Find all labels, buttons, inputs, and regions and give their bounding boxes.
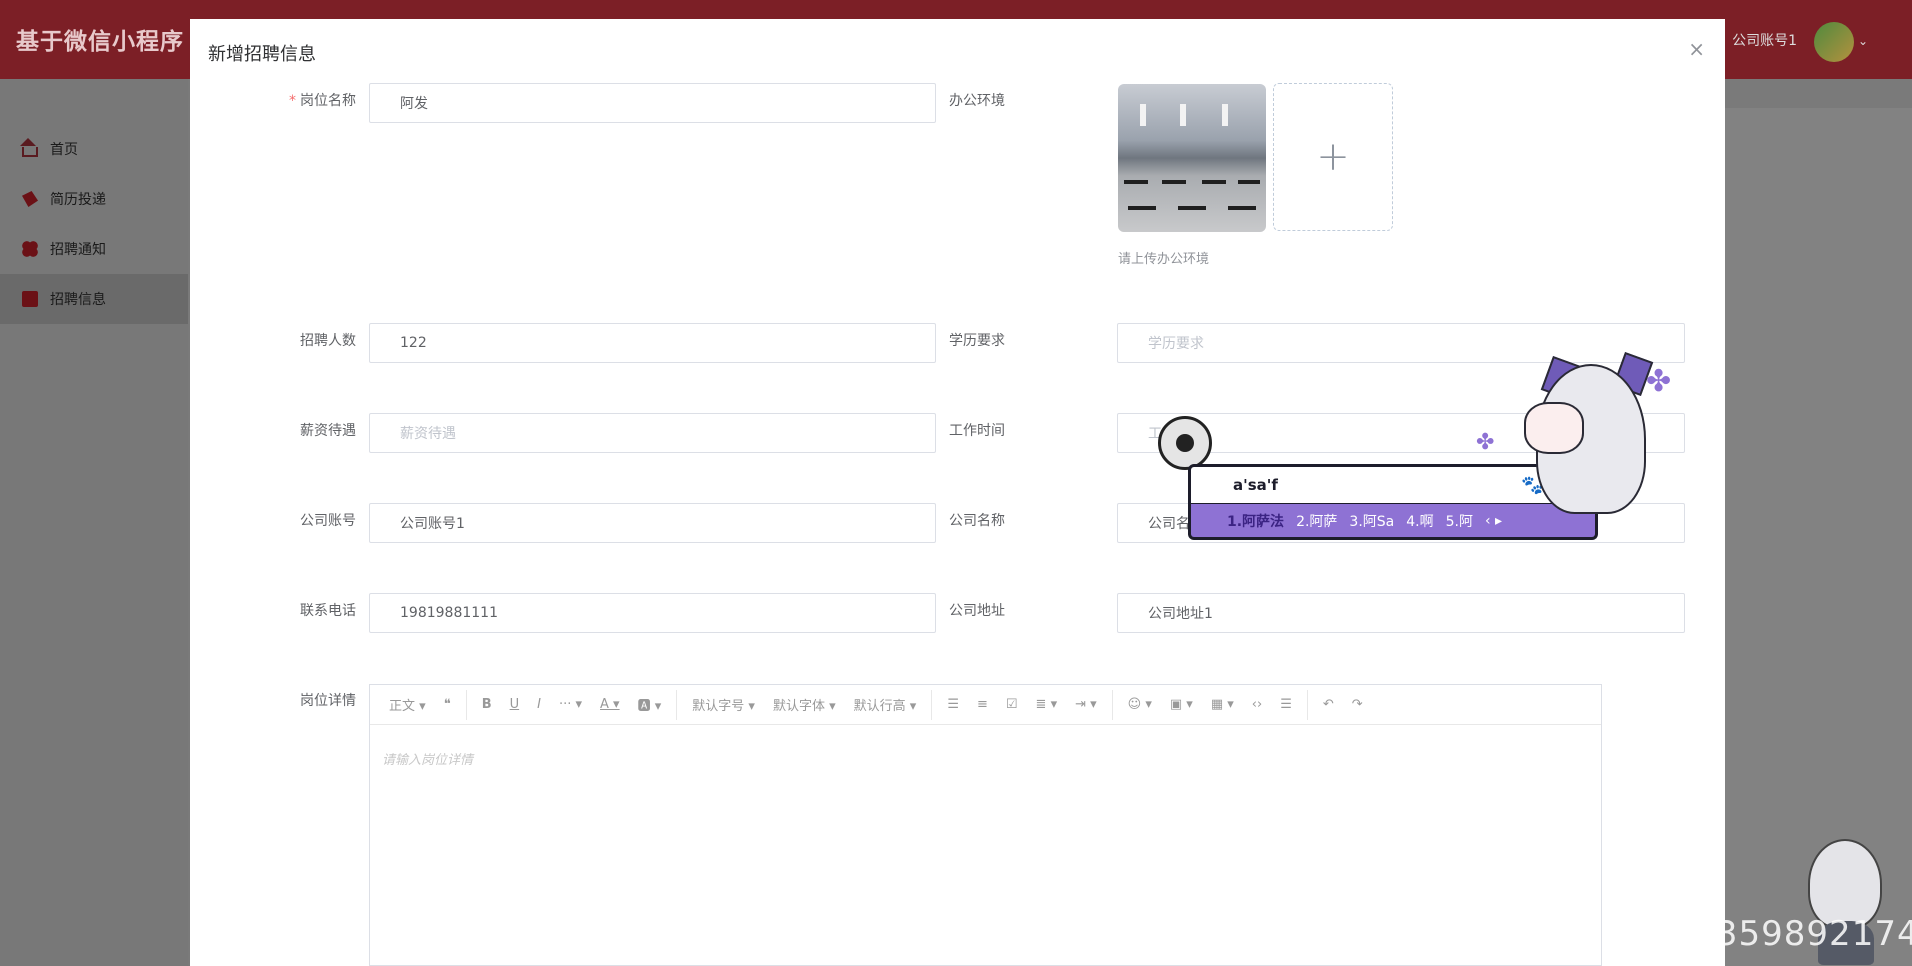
- editor-toolbar: 正文 ▾ ❝ B U I ··· ▾ A ▾ 🅰 ▾ 默认字号 ▾ 默认字体 ▾…: [370, 685, 1601, 725]
- phone-label: 联系电话: [300, 603, 356, 619]
- job-name-label: * 岗位名称: [289, 93, 356, 109]
- sidebar-item-notice[interactable]: 招聘通知: [0, 224, 188, 274]
- background-color-icon[interactable]: 🅰 ▾: [629, 695, 671, 714]
- sidebar-item-job-info[interactable]: 招聘信息: [0, 274, 188, 324]
- italic-icon[interactable]: I: [528, 697, 550, 712]
- headcount-input[interactable]: 122: [369, 323, 936, 363]
- sidebar-item-label: 招聘通知: [50, 242, 106, 258]
- work-time-label: 工作时间: [949, 423, 1005, 439]
- resume-icon: [22, 191, 38, 207]
- page-arrows-icon[interactable]: ‹ ▸: [1485, 513, 1502, 529]
- heading-select[interactable]: 正文 ▾: [380, 695, 435, 714]
- more-icon[interactable]: ··· ▾: [550, 697, 591, 712]
- upload-tip: 请上传办公环境: [1118, 252, 1210, 267]
- office-environment-image[interactable]: [1118, 84, 1266, 232]
- headcount-label: 招聘人数: [300, 333, 356, 349]
- divider-icon[interactable]: ☰: [1271, 697, 1301, 712]
- education-label: 学历要求: [949, 333, 1005, 349]
- address-label: 公司地址: [949, 603, 1005, 619]
- numbered-list-icon[interactable]: ≡: [968, 697, 997, 712]
- image-icon[interactable]: ▣ ▾: [1161, 697, 1202, 712]
- chevron-down-icon[interactable]: ⌄: [1858, 34, 1868, 48]
- underline-icon[interactable]: U: [501, 697, 529, 712]
- address-input[interactable]: 公司地址1: [1117, 593, 1685, 633]
- ime-candidate[interactable]: 1.阿萨法: [1227, 511, 1284, 531]
- detail-label: 岗位详情: [300, 693, 356, 709]
- rich-text-editor[interactable]: 正文 ▾ ❝ B U I ··· ▾ A ▾ 🅰 ▾ 默认字号 ▾ 默认字体 ▾…: [369, 684, 1602, 966]
- upload-add-button[interactable]: +: [1273, 83, 1393, 231]
- font-family-select[interactable]: 默认字体 ▾: [764, 695, 845, 714]
- bullet-list-icon[interactable]: ☰: [938, 697, 968, 712]
- close-icon[interactable]: ×: [1688, 37, 1705, 61]
- editor-placeholder: 请输入岗位详情: [382, 753, 474, 768]
- sidebar-item-label: 简历投递: [50, 192, 106, 208]
- line-height-select[interactable]: 默认行高 ▾: [845, 695, 926, 714]
- username[interactable]: 公司账号1: [1732, 30, 1797, 50]
- sidebar-item-label: 招聘信息: [50, 292, 106, 308]
- ime-candidate[interactable]: 2.阿萨: [1296, 511, 1337, 531]
- sidebar-item-resume[interactable]: 简历投递: [0, 174, 188, 224]
- emoji-icon[interactable]: ☺ ▾: [1119, 697, 1161, 712]
- redo-icon[interactable]: ↷: [1343, 697, 1372, 712]
- sidebar-item-home[interactable]: 首页: [0, 124, 188, 174]
- salary-input[interactable]: 薪资待遇: [369, 413, 936, 453]
- salary-label: 薪资待遇: [300, 423, 356, 439]
- todo-icon[interactable]: ☑: [997, 697, 1027, 712]
- table-icon[interactable]: ▦ ▾: [1202, 697, 1243, 712]
- font-color-icon[interactable]: A ▾: [591, 697, 629, 712]
- font-size-select[interactable]: 默认字号 ▾: [683, 695, 764, 714]
- clover-icon: ✤: [1476, 430, 1495, 455]
- bold-icon[interactable]: B: [473, 697, 501, 712]
- dialog-title: 新增招聘信息: [208, 44, 316, 65]
- ime-candidate[interactable]: 5.阿: [1446, 511, 1473, 531]
- notice-icon: [22, 241, 38, 257]
- robot-mascot-icon: [1158, 416, 1212, 470]
- ime-input-text: a'sa'f: [1233, 476, 1278, 494]
- company-account-label: 公司账号: [300, 513, 356, 529]
- app-title: 基于微信小程序: [16, 29, 184, 55]
- job-name-input[interactable]: 阿发: [369, 83, 936, 123]
- ime-candidate[interactable]: 3.阿Sa: [1349, 511, 1394, 531]
- undo-icon[interactable]: ↶: [1314, 697, 1343, 712]
- clover-icon: ✤: [1646, 364, 1672, 399]
- sidebar-item-label: 首页: [50, 142, 78, 158]
- company-account-input[interactable]: 公司账号1: [369, 503, 936, 543]
- avatar[interactable]: [1814, 22, 1854, 62]
- sidebar: 首页 简历投递 招聘通知 招聘信息: [0, 79, 188, 966]
- ime-mascot-character: [1506, 344, 1654, 544]
- office-env-label: 办公环境: [949, 93, 1005, 109]
- home-icon: [20, 137, 38, 157]
- ime-candidate-window: a'sa'f 🐾 🐾 1.阿萨法 2.阿萨 3.阿Sa 4.啊 5.阿 ‹ ▸ …: [1158, 344, 1698, 559]
- phone-input[interactable]: 19819881111: [369, 593, 936, 633]
- code-icon[interactable]: ‹›: [1243, 697, 1271, 712]
- align-icon[interactable]: ≣ ▾: [1027, 697, 1067, 712]
- quote-icon[interactable]: ❝: [435, 697, 460, 712]
- job-info-icon: [22, 291, 38, 307]
- watermark: CSDN @QQ3359892174: [1490, 914, 1912, 954]
- ime-candidate[interactable]: 4.啊: [1406, 511, 1433, 531]
- company-name-label: 公司名称: [949, 513, 1005, 529]
- indent-icon[interactable]: ⇥ ▾: [1066, 697, 1106, 712]
